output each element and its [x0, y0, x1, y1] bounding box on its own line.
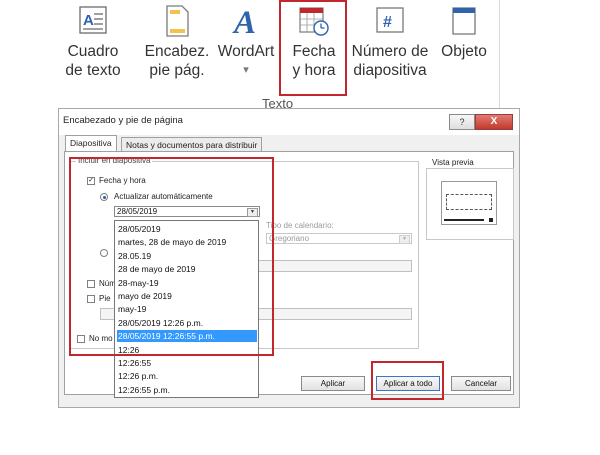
date-format-option[interactable]: 12:26 p.m.: [117, 370, 257, 382]
help-button[interactable]: ?: [449, 114, 475, 130]
preview-box: [426, 168, 514, 240]
preview-number-mark: [489, 218, 493, 222]
calendar-type-select: Gregoriano ▼: [266, 233, 412, 244]
calendar-chevron-down-icon: ▼: [399, 235, 410, 244]
apply-button[interactable]: Aplicar: [301, 376, 365, 391]
tab-notes-handouts[interactable]: Notas y documentos para distribuir: [121, 137, 263, 152]
svg-text:A: A: [232, 5, 256, 38]
header-footer-label-2: pie pág.: [149, 62, 205, 79]
svg-text:#: #: [383, 14, 392, 31]
highlight-apply-all-button: [371, 361, 444, 400]
close-button[interactable]: X: [475, 114, 513, 130]
slide-number-label-1: Número de: [351, 43, 429, 60]
date-format-option[interactable]: 12:26:55 p.m.: [117, 384, 257, 396]
tab-slide[interactable]: Diapositiva: [65, 135, 117, 152]
svg-text:A: A: [83, 12, 94, 29]
highlight-include-group: [69, 157, 274, 356]
preview-label: Vista previa: [432, 158, 474, 167]
slide-number-button[interactable]: # Número de diapositiva: [347, 0, 433, 92]
wordart-label: WordArt: [217, 43, 275, 60]
wordart-icon: A: [232, 5, 256, 38]
wordart-button[interactable]: A WordArt ▾: [215, 0, 277, 92]
text-box-button[interactable]: A Cuadro de texto: [60, 0, 126, 92]
object-button[interactable]: Objeto: [434, 0, 494, 92]
calendar-type-label: Tipo de calendario:: [266, 221, 334, 230]
header-footer-label-1: Encabez.: [144, 43, 210, 60]
ribbon-separator: [499, 0, 500, 108]
calendar-type-value: Gregoriano: [269, 234, 310, 243]
date-format-option[interactable]: 12:26:55: [117, 357, 257, 369]
slide-number-icon: #: [376, 7, 404, 33]
object-label: Objeto: [441, 43, 487, 60]
cancel-button[interactable]: Cancelar: [451, 376, 511, 391]
preview-footer-bar: [444, 219, 484, 221]
preview-placeholder: [446, 194, 492, 210]
text-box-label-2: de texto: [65, 62, 121, 79]
text-box-icon: A: [79, 6, 107, 34]
header-footer-icon: [166, 5, 189, 37]
dialog-titlebar: Encabezado y pie de página ? X: [59, 109, 519, 135]
text-box-label-1: Cuadro: [67, 43, 119, 60]
dialog-title: Encabezado y pie de página: [63, 115, 183, 126]
slide-number-label-2: diapositiva: [353, 62, 427, 79]
wordart-chevron-down-icon: ▾: [243, 64, 249, 76]
preview-slide: [441, 181, 497, 225]
highlight-date-time-button: [279, 0, 347, 96]
header-footer-button[interactable]: Encabez. pie pág.: [144, 0, 210, 92]
object-icon: [452, 7, 476, 35]
